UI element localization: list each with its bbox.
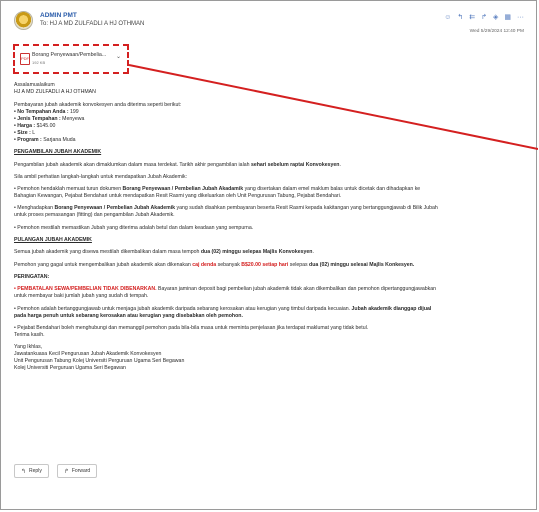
- header-actions: ☺ ↰ ⇇ ↱ ◈ ▦ ···: [444, 14, 524, 21]
- chevron-down-icon[interactable]: ⌄: [116, 53, 121, 60]
- warning-item-3: • Pejabat Bendahari boleh menghubungi da…: [14, 324, 369, 338]
- forward-icon[interactable]: ↱: [481, 14, 487, 21]
- reply-all-icon[interactable]: ⇇: [469, 14, 475, 21]
- calendar-icon[interactable]: ▦: [504, 14, 511, 21]
- email-header: ADMIN PMT To: HJ A MD ZULFADLI A HJ OTHM…: [14, 9, 528, 39]
- pengambilan-step-1: • Pemohon hendaklah memuat turun dokumen…: [14, 186, 421, 200]
- sender-name[interactable]: ADMIN PMT: [40, 12, 77, 19]
- pengambilan-step-2: • Menghadapkan Borang Penyewaan / Pembel…: [14, 205, 438, 219]
- pulangan-paragraph-1: Semua jubah akademik yang disewa mestila…: [14, 249, 314, 256]
- emoji-icon[interactable]: ☺: [444, 14, 451, 21]
- reply-button[interactable]: ↰ Reply: [14, 464, 49, 478]
- email-body: Assalamualaikum HJ A MD ZULFADLI A HJ OT…: [14, 82, 524, 377]
- more-icon[interactable]: ···: [517, 14, 524, 21]
- recipient-name: HJ A MD ZULFADLI A HJ OTHMAN: [14, 89, 96, 95]
- warning-title: PERINGATAN:: [14, 273, 50, 280]
- detail-program: • Program : Sarjana Muda: [14, 137, 76, 143]
- reply-icon[interactable]: ↰: [457, 14, 463, 21]
- intro-text: Pembayaran jubah akademik konvokesyen an…: [14, 102, 182, 108]
- email-reading-pane: ADMIN PMT To: HJ A MD ZULFADLI A HJ OTHM…: [0, 0, 538, 510]
- forward-button[interactable]: ↱ Forward: [56, 464, 98, 478]
- sender-avatar[interactable]: [14, 11, 33, 30]
- pulangan-paragraph-2: Pemohon yang gagal untuk mengembalikan j…: [14, 261, 415, 268]
- section-title-pulangan: PULANGAN JUBAH AKADEMIK: [14, 237, 92, 244]
- reply-actions: ↰ Reply ↱ Forward: [14, 464, 98, 478]
- attachment-highlight: PDF Borang Penyewaan/Pembelia... 192 KB …: [13, 44, 129, 74]
- teams-icon[interactable]: ◈: [493, 14, 498, 21]
- pengambilan-step-3: • Pemohon mestilah memastikan Jubah yang…: [14, 224, 254, 231]
- attachment-card[interactable]: PDF Borang Penyewaan/Pembelia... 192 KB …: [20, 50, 124, 68]
- detail-size: • Size : L: [14, 130, 36, 136]
- attachment-size: 192 KB: [32, 60, 46, 65]
- warning-item-2: • Pemohon adalah bertanggungjawab untuk …: [14, 305, 432, 319]
- warning-item-1: • PEMBATALAN SEWA/PEMBELIAN TIDAK DIBENA…: [14, 286, 437, 300]
- recipient-line: To: HJ A MD ZULFADLI A HJ OTHMAN: [40, 21, 145, 27]
- pengambilan-paragraph-2: Sila ambil perhatian langkah-langkah unt…: [14, 173, 188, 180]
- detail-booking-type: • Jenis Tempahan : Menyewa: [14, 116, 85, 122]
- greeting: Assalamualaikum: [14, 82, 55, 88]
- detail-price: • Harga : $145.00: [14, 123, 56, 129]
- reply-icon: ↰: [21, 468, 27, 475]
- pengambilan-paragraph-1: Pengambilan jubah akademik akan dimaklum…: [14, 161, 341, 168]
- section-title-pengambilan: PENGAMBILAN JUBAH AKADEMIK: [14, 149, 102, 156]
- attachment-name[interactable]: Borang Penyewaan/Pembelia...: [32, 52, 106, 58]
- signature: Yang Ikhlas, Jawatankuasa Kecil Pengurus…: [14, 344, 185, 372]
- detail-booking-number: • No Tempahan Anda : 199: [14, 109, 79, 115]
- sent-date: Wed 5/29/2024 12:40 PM: [469, 29, 524, 34]
- forward-icon: ↱: [63, 468, 69, 475]
- pdf-file-icon: PDF: [20, 53, 30, 65]
